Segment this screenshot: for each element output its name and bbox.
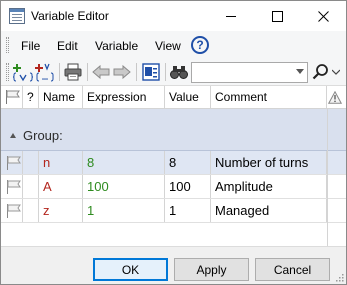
add-function-icon xyxy=(35,63,54,82)
undo-icon xyxy=(92,65,110,79)
find-button[interactable] xyxy=(168,62,190,82)
row-flag-cell[interactable] xyxy=(1,199,23,222)
flag-icon xyxy=(7,156,21,170)
ok-button[interactable]: OK xyxy=(93,258,168,281)
group-row[interactable]: Group: xyxy=(1,109,346,151)
menu-file[interactable]: File xyxy=(21,39,40,53)
flag-icon xyxy=(6,90,20,104)
help-icon[interactable]: ? xyxy=(191,36,209,54)
variables-grid: ? Name Expression Value Comment Group: n xyxy=(1,86,346,246)
minimize-button[interactable] xyxy=(208,1,254,31)
add-variable-button[interactable] xyxy=(12,62,34,82)
comment-cell[interactable]: Number of turns xyxy=(211,151,327,174)
variable-name-cell[interactable]: n xyxy=(39,151,83,174)
menu-edit[interactable]: Edit xyxy=(57,39,78,53)
column-header-expression[interactable]: Expression xyxy=(83,86,165,108)
column-header-value[interactable]: Value xyxy=(165,86,211,108)
grid-right-divider xyxy=(327,109,328,246)
warning-icon xyxy=(328,91,342,104)
toolbar-separator xyxy=(87,63,88,81)
table-row[interactable]: A 100 100 Amplitude xyxy=(1,175,346,199)
variable-name-cell[interactable]: A xyxy=(39,175,83,198)
row-flag-cell[interactable] xyxy=(1,175,23,198)
expression-cell[interactable]: 1 xyxy=(83,199,165,222)
dialog-footer: OK Apply Cancel xyxy=(1,246,346,284)
row-status-cell xyxy=(23,151,39,174)
redo-button[interactable] xyxy=(111,62,133,82)
toolbar xyxy=(1,59,346,86)
toolbar-overflow-button[interactable] xyxy=(329,62,343,82)
properties-icon xyxy=(142,63,160,81)
grid-header: ? Name Expression Value Comment xyxy=(1,86,346,109)
print-icon xyxy=(64,63,82,81)
menu-variable[interactable]: Variable xyxy=(95,39,138,53)
collapse-arrow-icon[interactable] xyxy=(10,133,16,138)
add-variable-icon xyxy=(13,64,33,82)
column-header-status[interactable]: ? xyxy=(23,86,39,108)
menu-view[interactable]: View xyxy=(155,39,181,53)
comment-cell[interactable]: Managed xyxy=(211,199,327,222)
cancel-button[interactable]: Cancel xyxy=(255,258,330,281)
flag-icon xyxy=(7,180,21,194)
value-cell: 1 xyxy=(165,199,211,222)
value-cell: 8 xyxy=(165,151,211,174)
properties-button[interactable] xyxy=(140,62,162,82)
variable-name-cell[interactable]: z xyxy=(39,199,83,222)
chevron-down-icon[interactable] xyxy=(296,69,304,74)
toolbar-separator xyxy=(136,63,137,81)
search-input[interactable] xyxy=(191,62,308,83)
add-function-button[interactable] xyxy=(34,62,56,82)
maximize-button[interactable] xyxy=(254,1,300,31)
variable-editor-window: Variable Editor File Edit Variable View … xyxy=(0,0,347,285)
close-icon xyxy=(317,10,329,22)
toolbar-separator xyxy=(165,63,166,81)
row-flag-cell[interactable] xyxy=(1,151,23,174)
title-bar[interactable]: Variable Editor xyxy=(1,1,346,31)
expression-cell[interactable]: 100 xyxy=(83,175,165,198)
redo-icon xyxy=(113,65,131,79)
column-header-warning[interactable] xyxy=(327,86,346,108)
column-header-comment[interactable]: Comment xyxy=(211,86,327,108)
column-header-name[interactable]: Name xyxy=(39,86,83,108)
search-icon xyxy=(312,64,328,80)
chevron-down-icon xyxy=(332,69,340,75)
comment-cell[interactable]: Amplitude xyxy=(211,175,327,198)
value-cell: 100 xyxy=(165,175,211,198)
print-button[interactable] xyxy=(62,62,84,82)
expression-cell[interactable]: 8 xyxy=(83,151,165,174)
flag-icon xyxy=(7,204,21,218)
undo-button[interactable] xyxy=(90,62,112,82)
row-status-cell xyxy=(23,199,39,222)
minimize-icon xyxy=(225,15,236,17)
find-icon xyxy=(170,66,188,79)
toolbar-separator xyxy=(59,63,60,81)
close-button[interactable] xyxy=(300,1,346,31)
maximize-icon xyxy=(271,10,283,22)
table-row[interactable]: n 8 8 Number of turns xyxy=(1,151,346,175)
column-header-flag[interactable] xyxy=(1,86,23,108)
row-status-cell xyxy=(23,175,39,198)
group-label: Group: xyxy=(23,128,63,143)
resize-grip-icon[interactable] xyxy=(334,272,344,282)
window-title: Variable Editor xyxy=(31,9,109,23)
menu-grip[interactable] xyxy=(6,37,9,53)
table-icon xyxy=(9,8,25,24)
menu-bar: File Edit Variable View ? xyxy=(1,31,346,59)
apply-button[interactable]: Apply xyxy=(174,258,249,281)
table-row[interactable]: z 1 1 Managed xyxy=(1,199,346,223)
toolbar-grip[interactable] xyxy=(6,63,9,81)
